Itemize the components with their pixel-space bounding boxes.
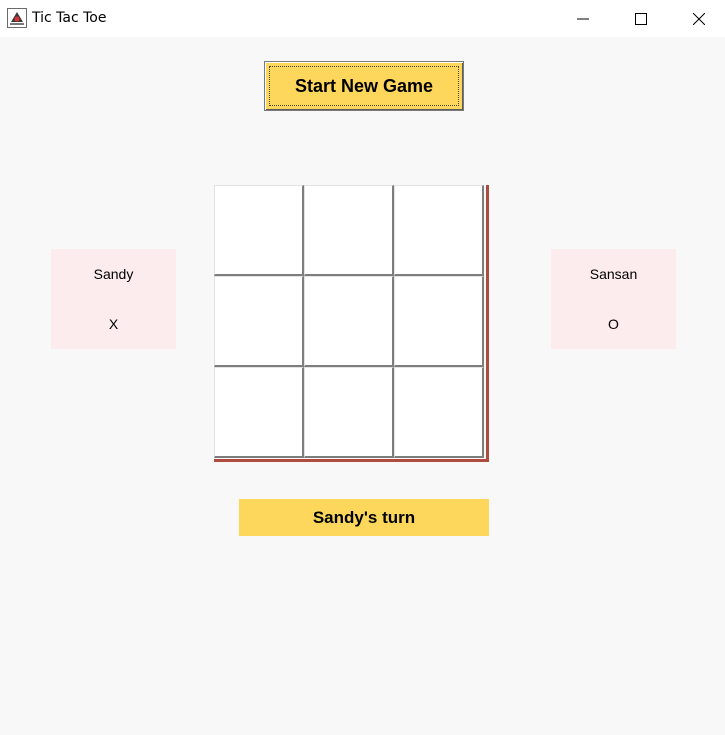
player-two-mark: O xyxy=(608,316,619,332)
java-duke-icon xyxy=(7,8,27,28)
board-cell-2[interactable] xyxy=(304,185,394,276)
board-cell-3[interactable] xyxy=(394,185,484,276)
player-one-name: Sandy xyxy=(93,266,134,282)
player-two-panel: Sansan O xyxy=(551,249,676,349)
turn-status: Sandy's turn xyxy=(239,499,489,536)
close-button[interactable] xyxy=(670,0,725,37)
start-new-game-button[interactable]: Start New Game xyxy=(264,61,464,111)
player-one-panel: Sandy X xyxy=(51,249,176,349)
maximize-button[interactable] xyxy=(612,0,670,37)
window-title: Tic Tac Toe xyxy=(32,10,107,26)
game-board xyxy=(214,185,489,462)
minimize-button[interactable] xyxy=(554,0,612,37)
board-cell-8[interactable] xyxy=(304,367,394,458)
player-two-name: Sansan xyxy=(589,266,638,282)
turn-status-text: Sandy's turn xyxy=(312,507,416,527)
maximize-icon xyxy=(635,12,647,25)
player-one-mark: X xyxy=(108,316,119,332)
board-cell-9[interactable] xyxy=(394,367,484,458)
title-bar: Tic Tac Toe xyxy=(0,0,725,37)
board-cell-5[interactable] xyxy=(304,276,394,367)
board-cell-6[interactable] xyxy=(394,276,484,367)
close-icon xyxy=(693,12,705,25)
board-cell-1[interactable] xyxy=(214,185,304,276)
board-cell-7[interactable] xyxy=(214,367,304,458)
board-cell-4[interactable] xyxy=(214,276,304,367)
start-new-game-label: Start New Game xyxy=(294,75,434,96)
minimize-icon xyxy=(577,18,589,19)
